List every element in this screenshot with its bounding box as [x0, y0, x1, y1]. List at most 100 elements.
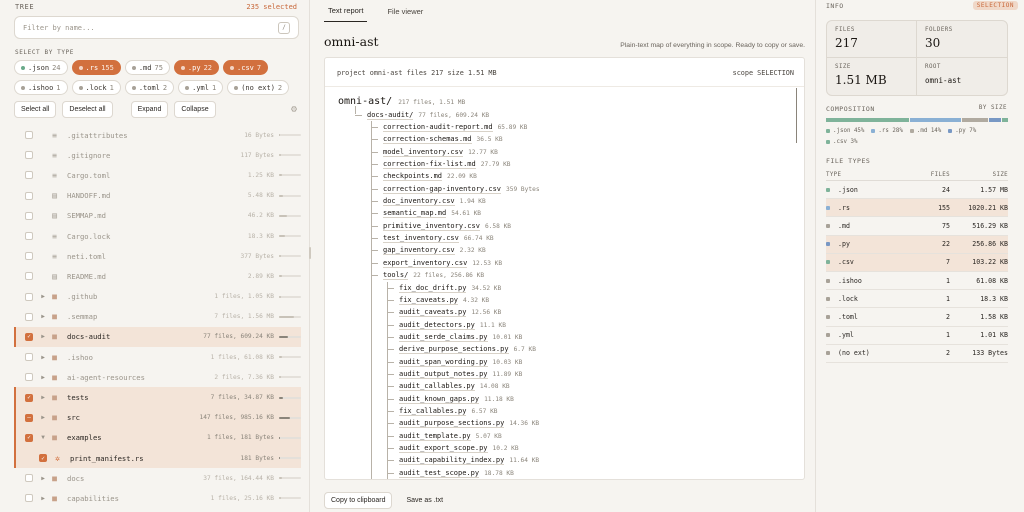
chevron-right-icon[interactable]: ▶ — [39, 313, 47, 320]
chevron-right-icon[interactable]: ▶ — [39, 374, 47, 381]
report-entry: doc_inventory.csv 1.94 KB — [371, 195, 486, 207]
report-entry: export_inventory.csv 12.53 KB — [371, 257, 502, 269]
table-row[interactable]: .toml 2 1.58 KB — [826, 308, 1008, 327]
search-input[interactable] — [23, 23, 278, 32]
folder-icon: ■ — [52, 493, 57, 503]
tree-row[interactable]: ≡ neti.toml 377 Bytes — [14, 246, 301, 266]
page-subtitle: Plain-text map of everything in scope. R… — [620, 42, 805, 49]
type-dot-icon — [21, 85, 25, 90]
tree-row[interactable]: ▶ ■ capabilities 1 files, 25.16 KB — [14, 488, 301, 508]
tree-row[interactable]: ▶ ■ .github 1 files, 1.05 KB — [14, 287, 301, 307]
report-scrollbar[interactable] — [795, 88, 797, 143]
type-chip[interactable]: .yml 1 — [178, 80, 224, 95]
text-report[interactable]: project omni-ast files 217 size 1.51 MB … — [324, 57, 805, 480]
deselect-all-button[interactable]: Deselect all — [62, 101, 113, 118]
row-checkbox[interactable] — [25, 292, 33, 301]
tab-file-viewer[interactable]: File viewer — [383, 0, 427, 22]
tree-row[interactable]: ≡ Cargo.toml 1.25 KB — [14, 165, 301, 185]
row-checkbox[interactable]: ✓ — [25, 332, 33, 341]
type-chip[interactable]: .md 75 — [124, 60, 170, 75]
row-checkbox[interactable] — [25, 131, 33, 140]
folder-icon: ■ — [52, 473, 57, 483]
table-row[interactable]: .lock 1 18.3 KB — [826, 290, 1008, 309]
type-chip[interactable]: .rs 155 — [71, 60, 121, 75]
type-chip[interactable]: .lock 1 — [71, 80, 121, 95]
tree-row[interactable]: ✓ ▶ ■ tests 7 files, 34.87 KB — [14, 387, 301, 408]
size-bar — [279, 315, 301, 318]
tree-row[interactable]: ✓ ✲ print_manifest.rs 181 Bytes — [14, 448, 301, 469]
tree-row[interactable]: ≡ Cargo.lock 18.3 KB — [14, 226, 301, 246]
type-chip[interactable]: .py 22 — [173, 60, 220, 75]
type-chip[interactable]: .toml 2 — [124, 80, 175, 95]
copy-to-clipboard-button[interactable]: Copy to clipboard — [324, 492, 393, 509]
tree-row[interactable]: ▶ ■ .semmap 7 files, 1.56 MB — [14, 307, 301, 327]
tree-row[interactable]: ▤ SEMMAP.md 46.2 KB — [14, 206, 301, 226]
row-checkbox[interactable] — [25, 272, 33, 281]
type-chip[interactable]: (no ext) 2 — [227, 80, 290, 95]
row-checkbox[interactable] — [25, 171, 33, 180]
chevron-right-icon[interactable]: ▶ — [39, 495, 47, 502]
tree-row[interactable]: ▶ ■ ai-agent-resources 2 files, 7.36 KB — [14, 367, 301, 387]
folder-icon: ■ — [52, 312, 57, 322]
table-row[interactable]: .json 24 1.57 MB — [826, 181, 1008, 200]
row-checkbox[interactable] — [25, 211, 33, 220]
type-chip[interactable]: .csv 7 — [223, 60, 269, 75]
row-checkbox[interactable] — [25, 474, 33, 483]
chevron-right-icon[interactable]: ▶ — [39, 414, 47, 421]
row-checkbox[interactable] — [25, 252, 33, 261]
table-row[interactable]: (no ext) 2 133 Bytes — [826, 345, 1008, 363]
table-row[interactable]: .ishoo 1 61.08 KB — [826, 272, 1008, 291]
chevron-right-icon[interactable]: ▶ — [39, 354, 47, 361]
row-checkbox[interactable] — [25, 151, 33, 160]
collapse-button[interactable]: Collapse — [174, 101, 216, 118]
row-checkbox[interactable] — [25, 494, 33, 503]
row-checkbox[interactable] — [25, 232, 33, 241]
tree-row[interactable]: ✓ ▼ ■ examples 1 files, 181 Bytes — [14, 427, 301, 449]
chevron-right-icon[interactable]: ▶ — [39, 293, 47, 300]
table-row[interactable]: .md 75 516.29 KB — [826, 217, 1008, 236]
tree-row[interactable]: ≡ .gitignore 117 Bytes — [14, 145, 301, 165]
save-as-txt-button[interactable]: Save as .txt — [400, 492, 449, 509]
report-entry: audit_purpose_sections.py 14.36 KB — [387, 418, 539, 430]
table-row[interactable]: .py 22 256.86 KB — [826, 235, 1008, 254]
tree-row[interactable]: ▶ ■ docs 37 files, 164.44 KB — [14, 468, 301, 488]
chevron-right-icon[interactable]: ▶ — [39, 333, 47, 340]
size-bar — [279, 416, 301, 419]
row-checkbox[interactable] — [25, 353, 33, 362]
row-checkbox[interactable]: ✓ — [39, 454, 47, 463]
expand-button[interactable]: Expand — [130, 101, 169, 118]
row-checkbox[interactable] — [25, 191, 33, 200]
type-chip[interactable]: .ishoo 1 — [14, 80, 68, 95]
report-header-summary: project omni-ast files 217 size 1.51 MB — [337, 69, 497, 77]
table-row[interactable]: .rs 155 1020.21 KB — [826, 199, 1008, 218]
tree-row[interactable]: ≡ .gitattributes 16 Bytes — [14, 125, 301, 145]
tab-text-report[interactable]: Text report — [324, 0, 368, 22]
size-bar — [279, 356, 301, 359]
gear-icon[interactable]: ⚙ — [291, 104, 297, 115]
tree-row[interactable]: ▶ ■ .ishoo 1 files, 61.08 KB — [14, 347, 301, 367]
row-checkbox[interactable]: ✓ — [25, 433, 33, 442]
row-name: Cargo.lock — [67, 231, 111, 241]
row-meta: 117 Bytes — [240, 151, 274, 159]
table-row[interactable]: .csv 7 103.22 KB — [826, 253, 1008, 272]
row-checkbox[interactable]: ✓ — [25, 393, 33, 402]
tree-row[interactable]: ▤ HANDOFF.md 5.48 KB — [14, 186, 301, 206]
tree-row[interactable]: – ▶ ■ src 147 files, 985.16 KB — [14, 407, 301, 429]
select-all-button[interactable]: Select all — [14, 101, 57, 118]
type-chip[interactable]: .json 24 — [14, 60, 68, 75]
chevron-down-icon[interactable]: ▼ — [39, 434, 47, 441]
row-name: print_manifest.rs — [70, 453, 144, 463]
row-meta: 77 files, 609.24 KB — [203, 333, 274, 341]
row-checkbox[interactable] — [25, 312, 33, 321]
tree-row[interactable]: ✓ ▶ ■ docs-audit 77 files, 609.24 KB — [14, 326, 301, 348]
search-box[interactable]: / — [14, 16, 299, 39]
row-checkbox[interactable] — [25, 373, 33, 382]
chevron-right-icon[interactable]: ▶ — [39, 394, 47, 401]
table-row[interactable]: .yml 1 1.01 KB — [826, 327, 1008, 345]
tree-row[interactable]: ▤ README.md 2.89 KB — [14, 266, 301, 286]
file-types-label: FILE TYPES — [826, 157, 871, 165]
report-entry: audit_detectors.py 11.1 KB — [387, 319, 506, 331]
type-swatch — [826, 205, 830, 210]
row-checkbox[interactable]: – — [25, 413, 33, 422]
chevron-right-icon[interactable]: ▶ — [39, 475, 47, 482]
